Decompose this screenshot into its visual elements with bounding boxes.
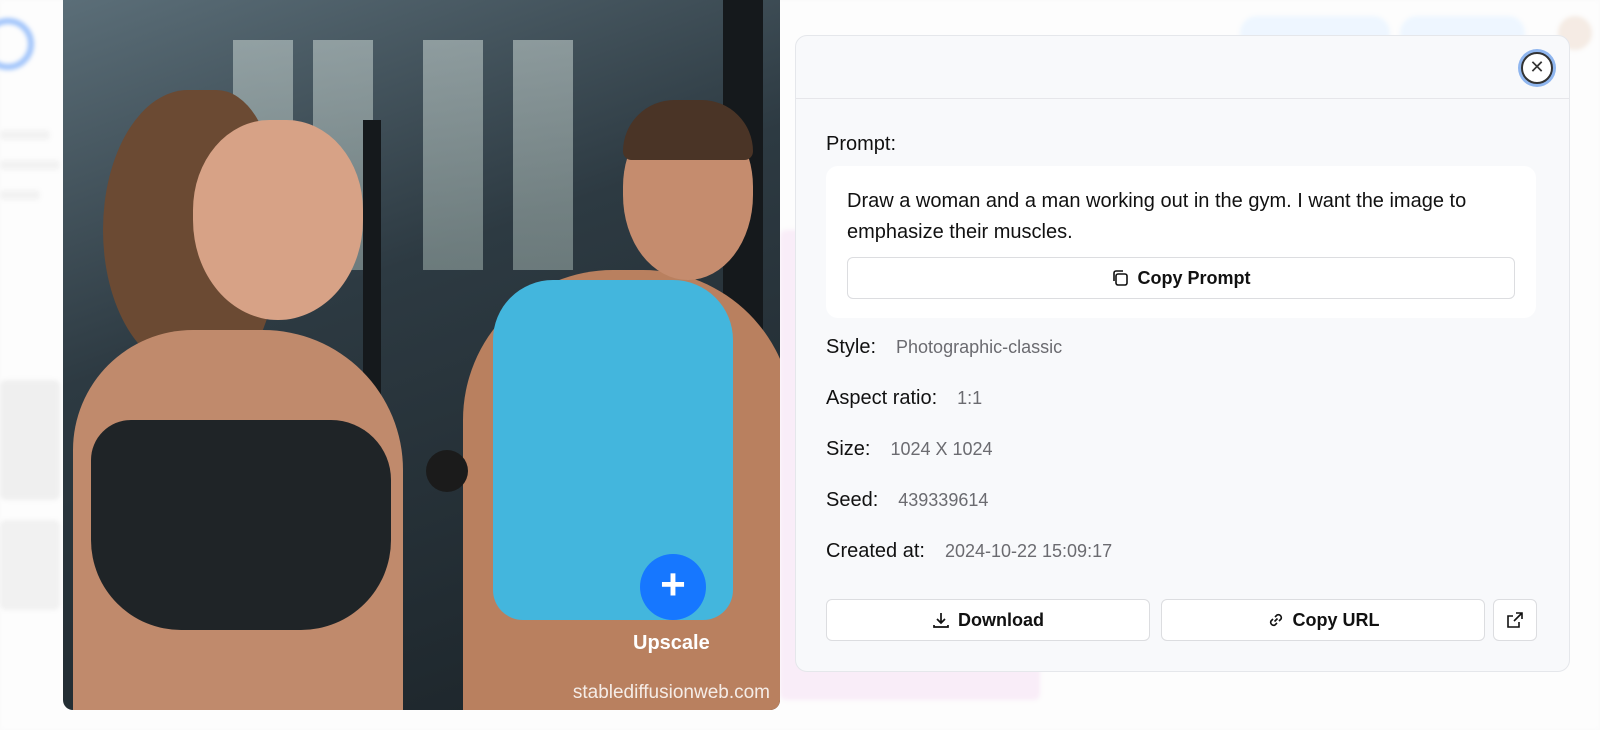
- close-button[interactable]: ✕: [1521, 52, 1553, 84]
- copy-prompt-button[interactable]: Copy Prompt: [847, 257, 1515, 299]
- gym-window: [513, 40, 573, 270]
- woman-head: [193, 120, 363, 320]
- meta-aspect-ratio: Aspect ratio: 1:1: [826, 387, 982, 410]
- upscale-label[interactable]: Upscale: [633, 632, 710, 655]
- meta-seed: Seed: 439339614: [826, 489, 988, 512]
- meta-key: Seed:: [826, 489, 879, 511]
- meta-value: 1024 X 1024: [890, 439, 993, 459]
- generated-image: + Upscale stablediffusionweb.com: [63, 0, 780, 710]
- prompt-box: Draw a woman and a man working out in th…: [826, 166, 1536, 318]
- close-icon: ✕: [1529, 57, 1545, 77]
- meta-created-at: Created at: 2024-10-22 15:09:17: [826, 540, 1112, 563]
- meta-key: Size:: [826, 438, 871, 460]
- link-icon: [1267, 611, 1285, 629]
- meta-value: 2024-10-22 15:09:17: [944, 541, 1113, 561]
- copy-icon: [1111, 269, 1129, 287]
- download-icon: [932, 611, 950, 629]
- dumbbell: [426, 450, 468, 492]
- meta-value: 1:1: [957, 388, 983, 408]
- open-external-button[interactable]: [1493, 599, 1537, 641]
- prompt-label: Prompt:: [826, 133, 897, 155]
- image-details-panel: ✕ Prompt: Draw a woman and a man working…: [795, 35, 1570, 672]
- woman-sports-bra: [91, 420, 391, 630]
- meta-key: Style:: [826, 336, 877, 358]
- external-link-icon: [1506, 611, 1524, 629]
- upscale-button[interactable]: +: [640, 554, 706, 620]
- prompt-text: Draw a woman and a man working out in th…: [847, 190, 1467, 243]
- meta-size: Size: 1024 X 1024: [826, 438, 993, 461]
- watermark: stablediffusionweb.com: [572, 682, 770, 703]
- meta-key: Created at:: [826, 540, 925, 562]
- download-label: Download: [958, 609, 1044, 630]
- meta-style: Style: Photographic-classic: [826, 336, 1062, 359]
- panel-header: ✕: [796, 36, 1569, 99]
- copy-url-label: Copy URL: [1292, 609, 1380, 630]
- copy-url-button[interactable]: Copy URL: [1161, 599, 1485, 641]
- meta-key: Aspect ratio:: [826, 387, 938, 409]
- gym-window: [423, 40, 483, 270]
- download-button[interactable]: Download: [826, 599, 1150, 641]
- copy-prompt-label: Copy Prompt: [1137, 267, 1251, 288]
- meta-value: Photographic-classic: [896, 337, 1063, 357]
- plus-icon: +: [660, 560, 686, 609]
- meta-value: 439339614: [898, 490, 989, 510]
